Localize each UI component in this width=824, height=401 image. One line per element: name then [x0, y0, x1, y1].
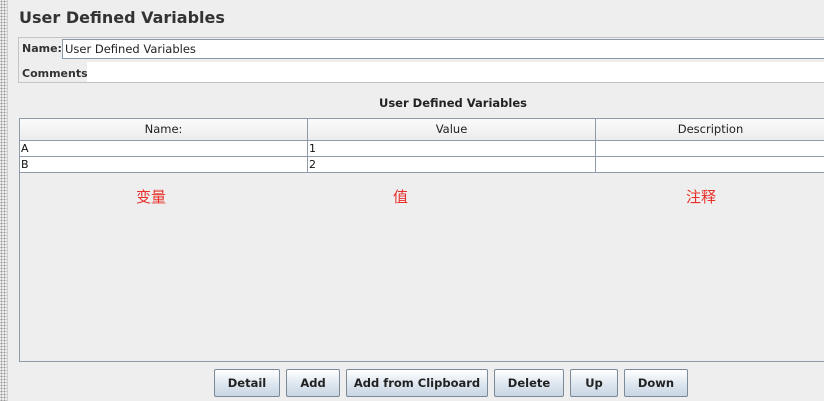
table-title: User Defined Variables — [379, 96, 527, 110]
cell-description[interactable] — [596, 141, 824, 156]
column-header-description[interactable]: Description — [596, 119, 824, 141]
panel-title: User Defined Variables — [19, 8, 225, 27]
splitter-handle[interactable] — [0, 0, 8, 401]
button-bar: Detail Add Add from Clipboard Delete Up … — [0, 369, 824, 397]
annotation-description: 注释 — [686, 188, 717, 206]
table-row[interactable]: A 1 — [20, 141, 824, 157]
cell-value[interactable]: 2 — [308, 157, 596, 172]
column-header-name[interactable]: Name: — [20, 119, 308, 141]
cell-name[interactable]: B — [20, 157, 308, 172]
table-row[interactable]: B 2 — [20, 157, 824, 173]
detail-button[interactable]: Detail — [214, 369, 280, 397]
table-header: Name: Value Description — [20, 119, 824, 141]
up-button[interactable]: Up — [570, 369, 618, 397]
delete-button[interactable]: Delete — [494, 369, 564, 397]
annotation-value: 值 — [393, 188, 409, 206]
annotation-name: 变量 — [136, 188, 167, 206]
variables-table: Name: Value Description A 1 B 2 — [19, 118, 824, 362]
down-button[interactable]: Down — [624, 369, 688, 397]
add-button[interactable]: Add — [286, 369, 340, 397]
name-label: Name: — [22, 42, 62, 55]
comments-label: Comments: — [22, 67, 93, 80]
cell-description[interactable] — [596, 157, 824, 172]
comments-input[interactable] — [87, 62, 824, 82]
cell-value[interactable]: 1 — [308, 141, 596, 156]
cell-name[interactable]: A — [20, 141, 308, 156]
name-input[interactable]: User Defined Variables — [62, 39, 824, 59]
add-from-clipboard-button[interactable]: Add from Clipboard — [346, 369, 488, 397]
column-header-value[interactable]: Value — [308, 119, 596, 141]
name-comments-panel: Name: User Defined Variables Comments: — [18, 37, 824, 83]
